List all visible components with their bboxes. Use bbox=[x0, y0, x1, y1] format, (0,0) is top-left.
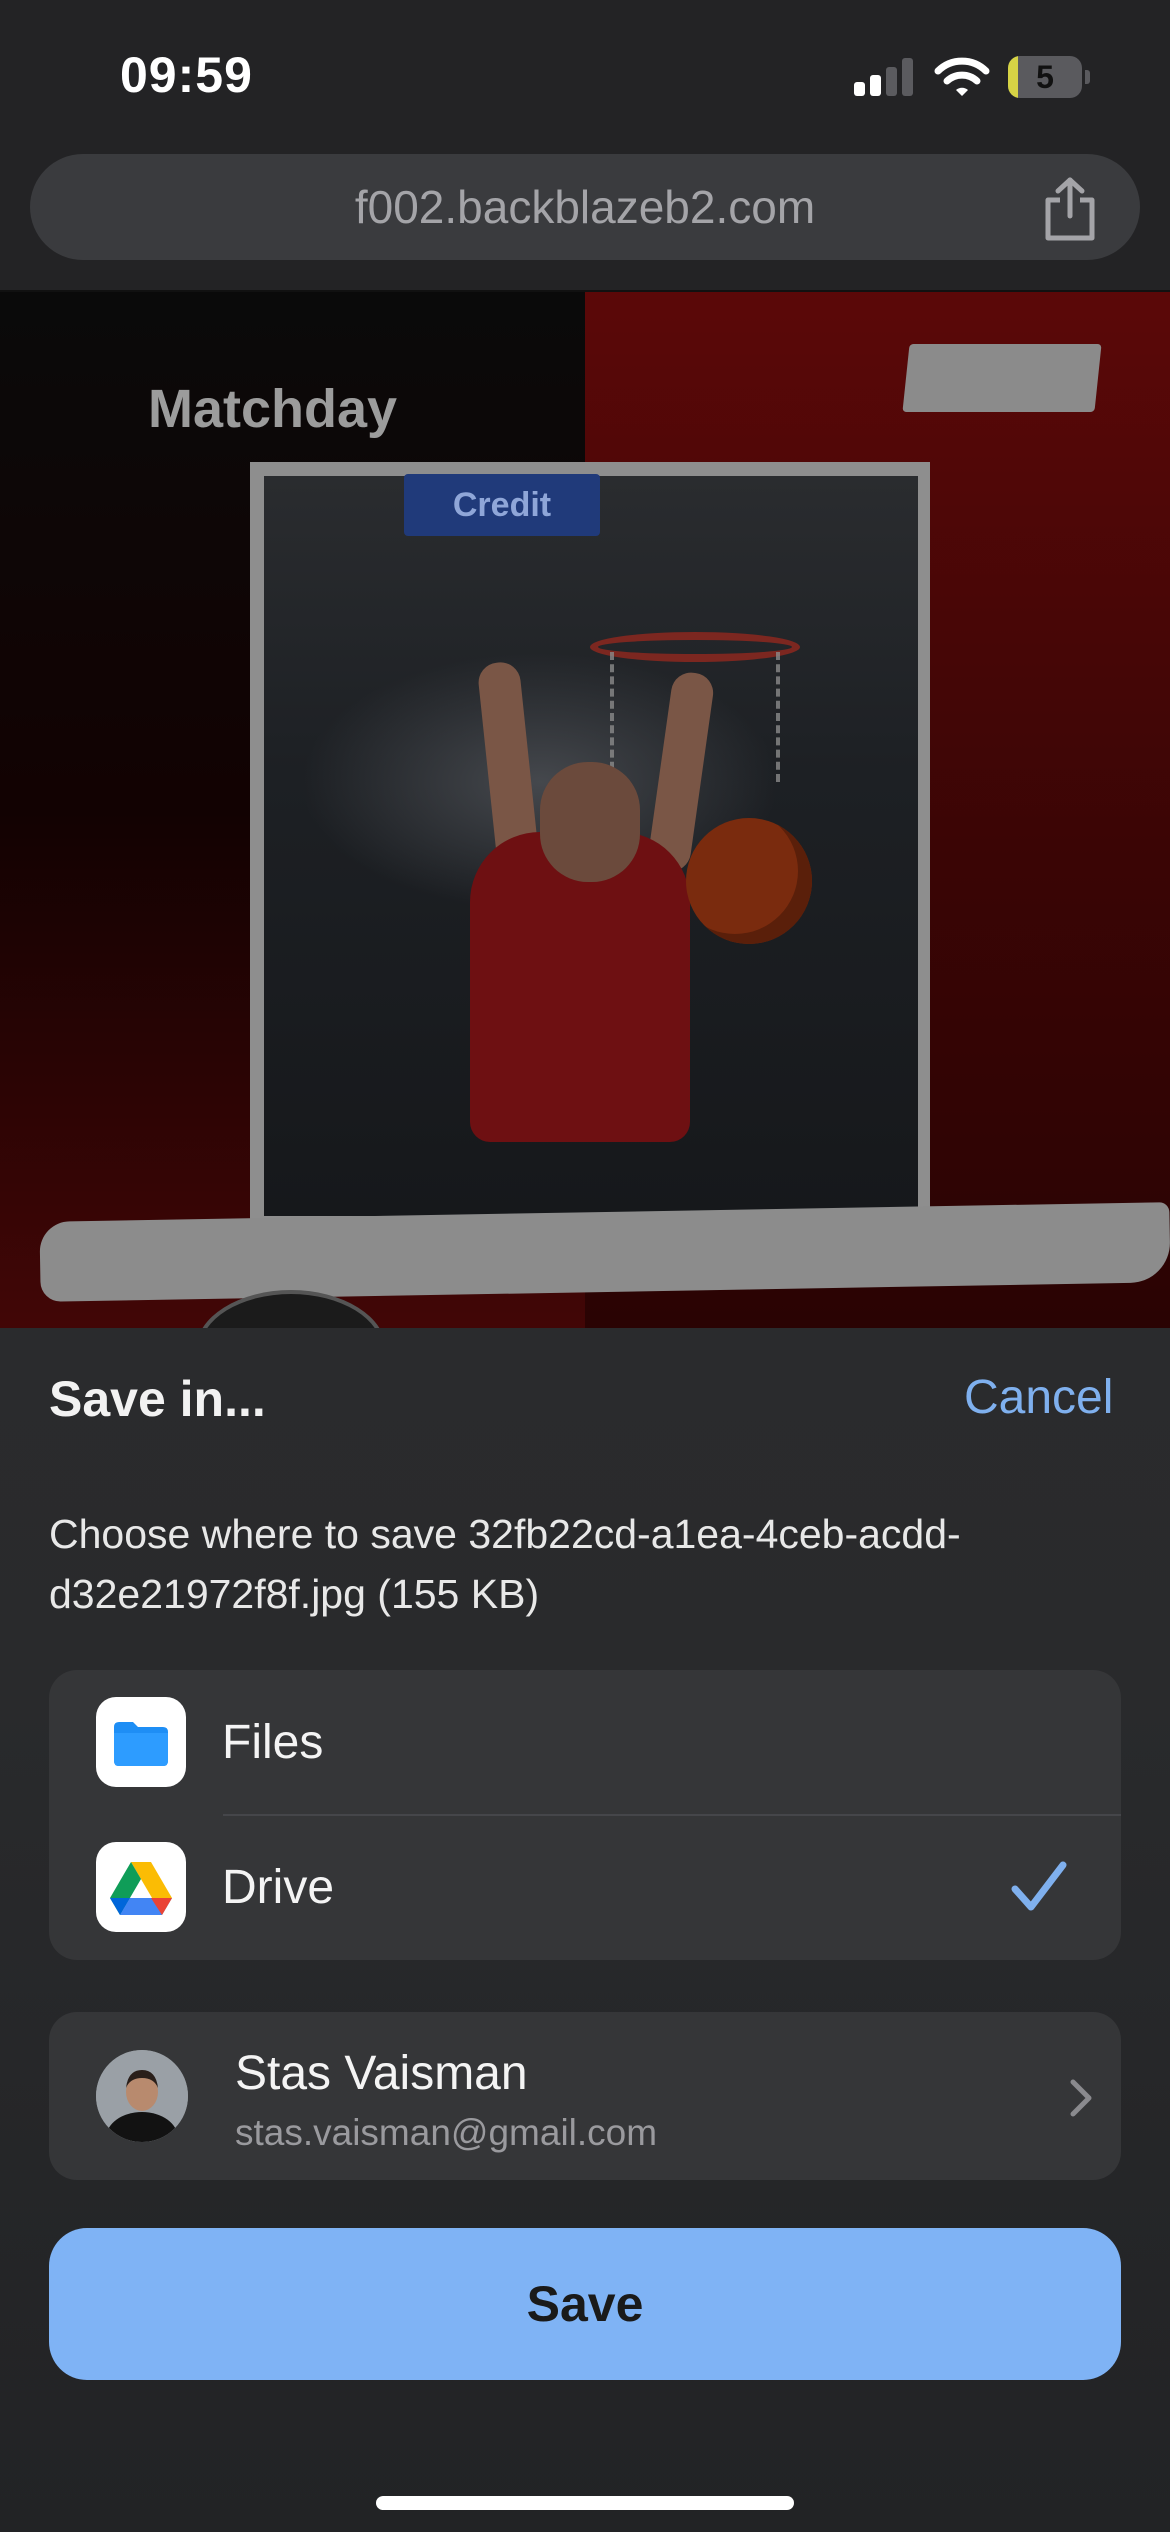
destination-drive[interactable]: Drive bbox=[49, 1815, 1121, 1960]
sheet-title: Save in... bbox=[49, 1371, 266, 1427]
chevron-right-icon bbox=[1070, 2079, 1092, 2117]
destination-list: Files Drive bbox=[49, 1670, 1121, 1960]
destination-files[interactable]: Files bbox=[49, 1670, 1121, 1815]
account-name: Stas Vaisman bbox=[235, 2047, 528, 2100]
destination-label: Drive bbox=[222, 1861, 335, 1914]
save-description: Choose where to save 32fb22cd-a1ea-4ceb-… bbox=[49, 1511, 961, 1617]
save-button[interactable]: Save bbox=[49, 2228, 1121, 2380]
avatar bbox=[96, 2050, 188, 2142]
basketball bbox=[686, 818, 812, 944]
share-icon[interactable] bbox=[1040, 176, 1100, 242]
background-image: Matchday Credit bbox=[0, 292, 1170, 1328]
destination-label: Files bbox=[222, 1716, 324, 1769]
status-bar: 09:59 5 bbox=[0, 0, 1170, 150]
browser-toolbar: f002.backblazeb2.com bbox=[0, 150, 1170, 292]
league-logo bbox=[902, 344, 1102, 412]
battery-icon: 5 bbox=[1008, 56, 1090, 98]
files-folder-icon bbox=[96, 1697, 186, 1787]
wifi-icon bbox=[934, 57, 990, 96]
save-button-label: Save bbox=[526, 2276, 644, 2332]
cellular-signal-icon bbox=[854, 58, 914, 96]
address-bar[interactable]: f002.backblazeb2.com bbox=[30, 154, 1140, 260]
account-email: stas.vaisman@gmail.com bbox=[235, 2112, 658, 2153]
url-text[interactable]: f002.backblazeb2.com bbox=[30, 154, 1140, 260]
google-drive-icon bbox=[96, 1842, 186, 1932]
image-heading: Matchday bbox=[148, 379, 398, 439]
checkmark-icon bbox=[1011, 1861, 1067, 1911]
battery-level: 5 bbox=[1036, 59, 1054, 95]
home-indicator[interactable] bbox=[376, 2496, 794, 2510]
save-sheet: Save in... Cancel Choose where to save 3… bbox=[0, 1328, 1170, 2532]
account-row[interactable]: Stas Vaisman stas.vaisman@gmail.com bbox=[49, 2012, 1121, 2180]
status-time: 09:59 bbox=[120, 47, 253, 103]
sponsor-banner: Credit bbox=[404, 474, 600, 536]
cancel-button[interactable]: Cancel bbox=[964, 1370, 1113, 1425]
